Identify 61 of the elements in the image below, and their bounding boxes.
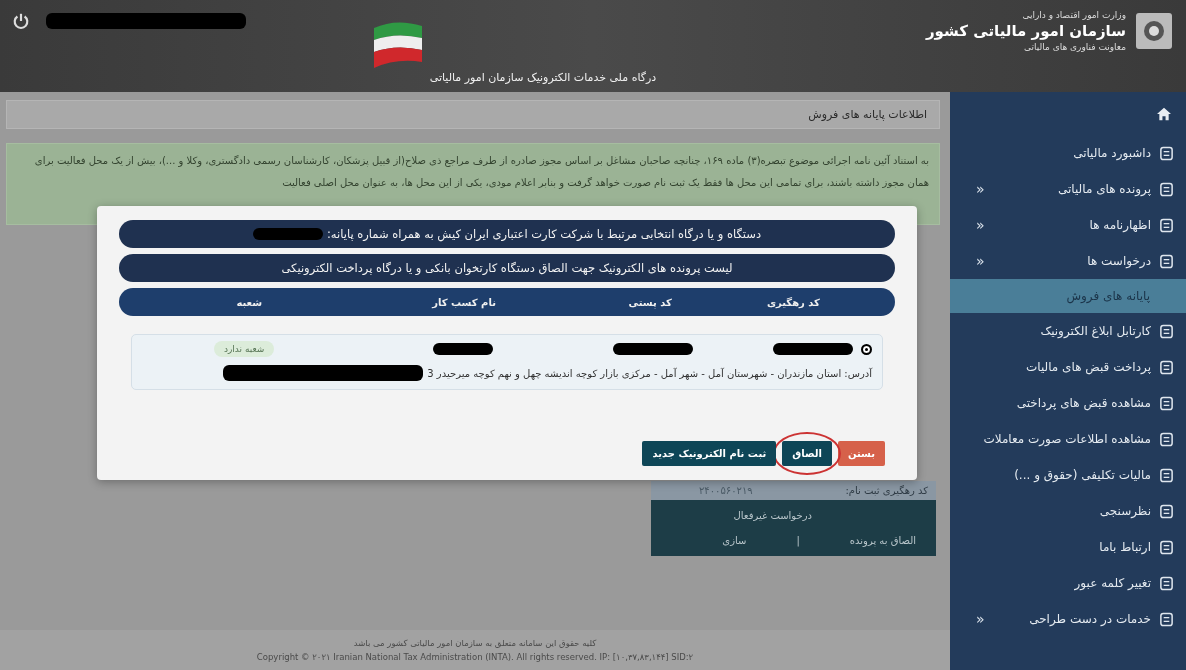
- home-icon[interactable]: [1156, 107, 1172, 121]
- sidebar-item[interactable]: مالیات تکلیفی (حقوق و ...): [1014, 468, 1151, 482]
- submenu-chevron[interactable]: «: [962, 217, 985, 233]
- dialog-button[interactable]: ثبت نام الکترونیک جدید: [642, 441, 777, 466]
- sidebar-item[interactable]: پرونده های مالیاتی: [1057, 182, 1151, 196]
- sidebar-item[interactable]: داشبورد مالیاتی: [1073, 146, 1151, 160]
- page-title: اطلاعات پایانه های فروش: [808, 108, 927, 121]
- menu-item-icon: [1159, 323, 1174, 339]
- action-link[interactable]: سازی: [722, 535, 747, 546]
- branch-badge: شعبه ندارد: [214, 341, 275, 357]
- menu-item-icon: [1159, 431, 1174, 447]
- menu-item-icon: [1159, 611, 1174, 627]
- menu-item-icon: [1159, 253, 1174, 269]
- sidebar-item[interactable]: ارتباط باما: [1099, 540, 1151, 554]
- organization-name: سازمان امور مالیاتی کشور: [925, 22, 1126, 40]
- dialog-button[interactable]: بستن: [838, 441, 885, 466]
- menu-item-icon: [1159, 359, 1174, 375]
- menu-item-icon: [1159, 467, 1174, 483]
- deputy-name: معاونت فناوری های مالیاتی: [1023, 42, 1126, 52]
- submenu-chevron[interactable]: «: [962, 253, 985, 269]
- submenu-chevron[interactable]: «: [962, 611, 985, 627]
- menu-item-icon: [1159, 575, 1174, 591]
- list-title: لیست پرونده های الکترونیک جهت الصاق دستگاه کارتخوان بانکی و یا درگاه پرداخت الکترونیکی: [119, 254, 895, 282]
- sidebar-item[interactable]: تغییر کلمه عبور: [1074, 576, 1151, 590]
- radio-button[interactable]: [861, 343, 872, 355]
- attach-link[interactable]: الصاق به پرونده: [849, 535, 916, 546]
- address-text: آدرس: استان مازندران - شهرستان آمل - شهر آمل - مرکزی بازار کوچه اندیشه چهل و نهم کوچه میرحیدر 3: [427, 367, 872, 379]
- sidebar-item[interactable]: اظهارنامه ها: [1089, 218, 1151, 232]
- file-row[interactable]: شعبه ندارد آدرس: استان مازندران - شهرستان آمل - شهر آمل - مرکزی بازار کوچه اندیشه چهل و نهم کوچه میرحیدر 3: [131, 334, 883, 390]
- menu-item-icon: [1159, 539, 1174, 555]
- separator: |: [796, 535, 800, 546]
- menu-item-icon: [1159, 503, 1174, 519]
- column-header: شعبه: [235, 296, 264, 308]
- submenu-chevron[interactable]: «: [962, 181, 985, 197]
- rights-text: کلیه حقوق این سامانه متعلق به سازمان امور مالیاتی کشور می باشد: [353, 638, 597, 648]
- sidebar-item[interactable]: نظرسنجی: [1099, 504, 1151, 518]
- redacted-mark: [433, 343, 494, 355]
- tracking-code: ۲۴۰۰۵۶۰۲۱۹: [699, 485, 753, 496]
- tracking-label: کد رهگیری ثبت نام:: [845, 485, 928, 496]
- sidebar-item[interactable]: مشاهده قبض های پرداختی: [1016, 396, 1151, 410]
- sidebar-item[interactable]: مشاهده اطلاعات صورت معاملات: [983, 432, 1151, 446]
- column-header: کد پستی: [627, 296, 673, 308]
- menu-item-icon: [1159, 145, 1174, 161]
- column-header: کد رهگیری: [765, 296, 821, 308]
- sidebar-item[interactable]: درخواست ها: [1087, 254, 1151, 268]
- ministry-name: وزارت امور اقتصاد و دارایی: [1021, 10, 1126, 20]
- menu-item-icon: [1159, 217, 1174, 233]
- sidebar-item[interactable]: کارتابل ابلاغ الکترونیک: [1040, 324, 1151, 338]
- power-icon[interactable]: [12, 12, 30, 30]
- dialog-button[interactable]: الصاق: [782, 441, 832, 466]
- menu-item-icon: [1159, 395, 1174, 411]
- request-status: درخواست غیرفعال: [732, 510, 813, 521]
- menu-item-icon: [1159, 181, 1174, 197]
- sidebar-item[interactable]: پرداخت قبض های مالیات: [1025, 360, 1151, 374]
- portal-title: درگاه ملی خدمات الکترونیک سازمان امور مالیاتی: [429, 71, 657, 84]
- column-header: نام کسب کار: [430, 296, 497, 308]
- copyright-text: Copyright © ۲۰۲۱ Iranian National Tax Administration (INTA). All rights reserved. IP: [۱۰,۳۷,۸۳,۱۴۴] SID:۲: [256, 652, 694, 662]
- redacted-mark: [252, 228, 323, 240]
- sidebar-item[interactable]: خدمات در دست طراحی: [1029, 612, 1151, 626]
- emblem-icon: [1134, 11, 1174, 51]
- device-bar-text: دستگاه و یا درگاه انتخابی مرتبط با شرکت کارت اعتباری ایران کیش به همراه شماره پایانه:: [326, 227, 762, 241]
